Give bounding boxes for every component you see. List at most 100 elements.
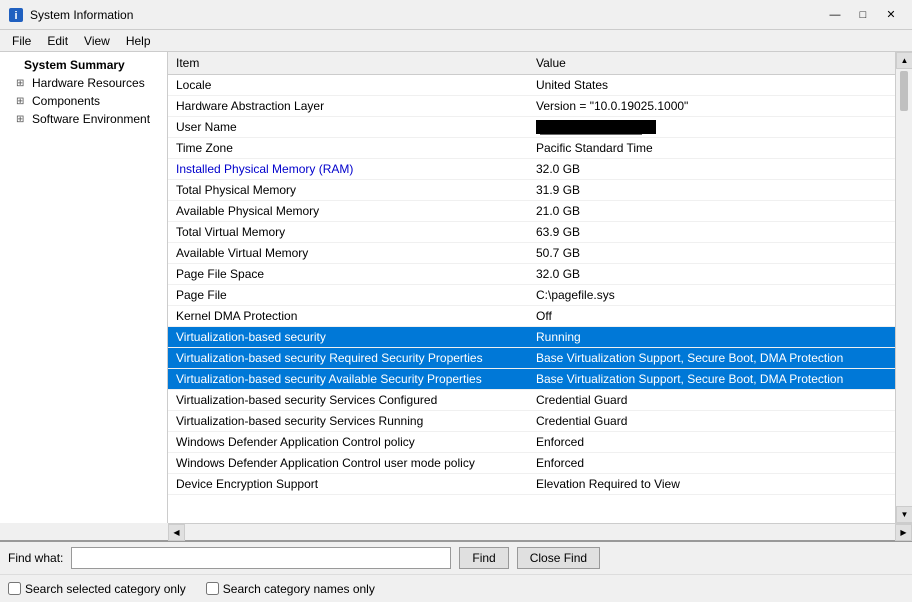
scroll-right-btn[interactable]: ▶ [895, 524, 912, 541]
sidebar-label: Software Environment [32, 112, 150, 126]
menu-view[interactable]: View [76, 32, 118, 50]
table-cell-item: Time Zone [168, 138, 528, 159]
table-cell-value: 32.0 GB [528, 159, 895, 180]
table-cell-item: Windows Defender Application Control pol… [168, 432, 528, 453]
col-header-item: Item [168, 52, 528, 75]
horizontal-scrollbar[interactable]: ◀ ▶ [168, 523, 912, 540]
table-cell-item: Available Physical Memory [168, 201, 528, 222]
table-row[interactable]: Device Encryption SupportElevation Requi… [168, 474, 895, 495]
table-cell-item: Page File [168, 285, 528, 306]
table-cell-item: Installed Physical Memory (RAM) [168, 159, 528, 180]
vertical-scrollbar[interactable]: ▲ ▼ [895, 52, 912, 523]
table-cell-item: Total Physical Memory [168, 180, 528, 201]
sidebar-label: Components [32, 94, 100, 108]
sidebar: System Summary ⊞ Hardware Resources ⊞ Co… [0, 52, 168, 523]
table-row[interactable]: Page File Space32.0 GB [168, 264, 895, 285]
table-row[interactable]: Available Physical Memory21.0 GB [168, 201, 895, 222]
table-row[interactable]: Virtualization-based securityRunning [168, 327, 895, 348]
title-bar: i System Information — □ ✕ [0, 0, 912, 30]
scroll-thumb[interactable] [900, 71, 908, 111]
search-category-names-text: Search category names only [223, 582, 375, 596]
table-cell-value: 32.0 GB [528, 264, 895, 285]
table-cell-item: Hardware Abstraction Layer [168, 96, 528, 117]
table-cell-value: Elevation Required to View [528, 474, 895, 495]
scroll-left-btn[interactable]: ◀ [168, 524, 185, 541]
close-find-button[interactable]: Close Find [517, 547, 600, 569]
table-cell-value: Enforced [528, 453, 895, 474]
table-cell-value: 31.9 GB [528, 180, 895, 201]
table-cell-value: Off [528, 306, 895, 327]
table-cell-value: United States [528, 75, 895, 96]
table-cell-value: Enforced [528, 432, 895, 453]
content-area: Item Value LocaleUnited StatesHardware A… [168, 52, 895, 523]
sidebar-item-software-environment[interactable]: ⊞ Software Environment [0, 110, 167, 128]
table-cell-value: Base Virtualization Support, Secure Boot… [528, 348, 895, 369]
close-button[interactable]: ✕ [878, 5, 904, 25]
table-cell-item: User Name [168, 117, 528, 138]
table-row[interactable]: User Name ████████████ [168, 117, 895, 138]
menu-edit[interactable]: Edit [39, 32, 76, 50]
table-cell-item: Locale [168, 75, 528, 96]
table-cell-value: Credential Guard [528, 411, 895, 432]
sidebar-label: System Summary [24, 58, 125, 72]
scroll-up-btn[interactable]: ▲ [896, 52, 912, 69]
menu-help[interactable]: Help [118, 32, 159, 50]
table-cell-value: 21.0 GB [528, 201, 895, 222]
window-title: System Information [30, 8, 822, 22]
maximize-button[interactable]: □ [850, 5, 876, 25]
table-cell-item: Virtualization-based security [168, 327, 528, 348]
table-cell-item: Virtualization-based security Services R… [168, 411, 528, 432]
content-scroll[interactable]: Item Value LocaleUnited StatesHardware A… [168, 52, 895, 523]
search-selected-text: Search selected category only [25, 582, 186, 596]
col-header-value: Value [528, 52, 895, 75]
table-row[interactable]: Page FileC:\pagefile.sys [168, 285, 895, 306]
data-table: Item Value LocaleUnited StatesHardware A… [168, 52, 895, 495]
table-cell-item: Device Encryption Support [168, 474, 528, 495]
sidebar-item-components[interactable]: ⊞ Components [0, 92, 167, 110]
search-selected-checkbox[interactable] [8, 582, 21, 595]
table-row[interactable]: Virtualization-based security Available … [168, 369, 895, 390]
menu-bar: File Edit View Help [0, 30, 912, 52]
expand-icon-comp: ⊞ [16, 96, 28, 107]
sidebar-item-system-summary[interactable]: System Summary [0, 56, 167, 74]
user-name-blurred: ████████████ [536, 120, 656, 134]
svg-text:i: i [14, 10, 17, 22]
table-row[interactable]: Windows Defender Application Control use… [168, 453, 895, 474]
table-cell-value: C:\pagefile.sys [528, 285, 895, 306]
table-row[interactable]: Time ZonePacific Standard Time [168, 138, 895, 159]
sidebar-label: Hardware Resources [32, 76, 145, 90]
search-selected-label[interactable]: Search selected category only [8, 582, 186, 596]
table-cell-value: ████████████ [528, 117, 895, 138]
search-category-names-checkbox[interactable] [206, 582, 219, 595]
table-row[interactable]: LocaleUnited States [168, 75, 895, 96]
table-row[interactable]: Kernel DMA ProtectionOff [168, 306, 895, 327]
table-cell-item: Kernel DMA Protection [168, 306, 528, 327]
table-cell-value: 63.9 GB [528, 222, 895, 243]
table-row[interactable]: Total Physical Memory31.9 GB [168, 180, 895, 201]
table-row[interactable]: Windows Defender Application Control pol… [168, 432, 895, 453]
table-row[interactable]: Total Virtual Memory63.9 GB [168, 222, 895, 243]
table-row[interactable]: Hardware Abstraction LayerVersion = "10.… [168, 96, 895, 117]
find-label: Find what: [8, 551, 63, 565]
expand-icon-hw: ⊞ [16, 78, 28, 89]
table-row[interactable]: Virtualization-based security Required S… [168, 348, 895, 369]
table-cell-item: Virtualization-based security Services C… [168, 390, 528, 411]
table-row[interactable]: Virtualization-based security Services R… [168, 411, 895, 432]
scroll-down-btn[interactable]: ▼ [896, 506, 912, 523]
find-button[interactable]: Find [459, 547, 508, 569]
table-row[interactable]: Virtualization-based security Services C… [168, 390, 895, 411]
expand-icon-sw: ⊞ [16, 114, 28, 125]
table-row[interactable]: Available Virtual Memory50.7 GB [168, 243, 895, 264]
find-input[interactable] [71, 547, 451, 569]
table-cell-value: Pacific Standard Time [528, 138, 895, 159]
table-cell-item: Total Virtual Memory [168, 222, 528, 243]
table-cell-value: Version = "10.0.19025.1000" [528, 96, 895, 117]
search-category-names-label[interactable]: Search category names only [206, 582, 375, 596]
window-controls: — □ ✕ [822, 5, 904, 25]
table-row[interactable]: Installed Physical Memory (RAM)32.0 GB [168, 159, 895, 180]
sidebar-item-hardware-resources[interactable]: ⊞ Hardware Resources [0, 74, 167, 92]
table-cell-value: Credential Guard [528, 390, 895, 411]
table-cell-item: Available Virtual Memory [168, 243, 528, 264]
menu-file[interactable]: File [4, 32, 39, 50]
minimize-button[interactable]: — [822, 5, 848, 25]
